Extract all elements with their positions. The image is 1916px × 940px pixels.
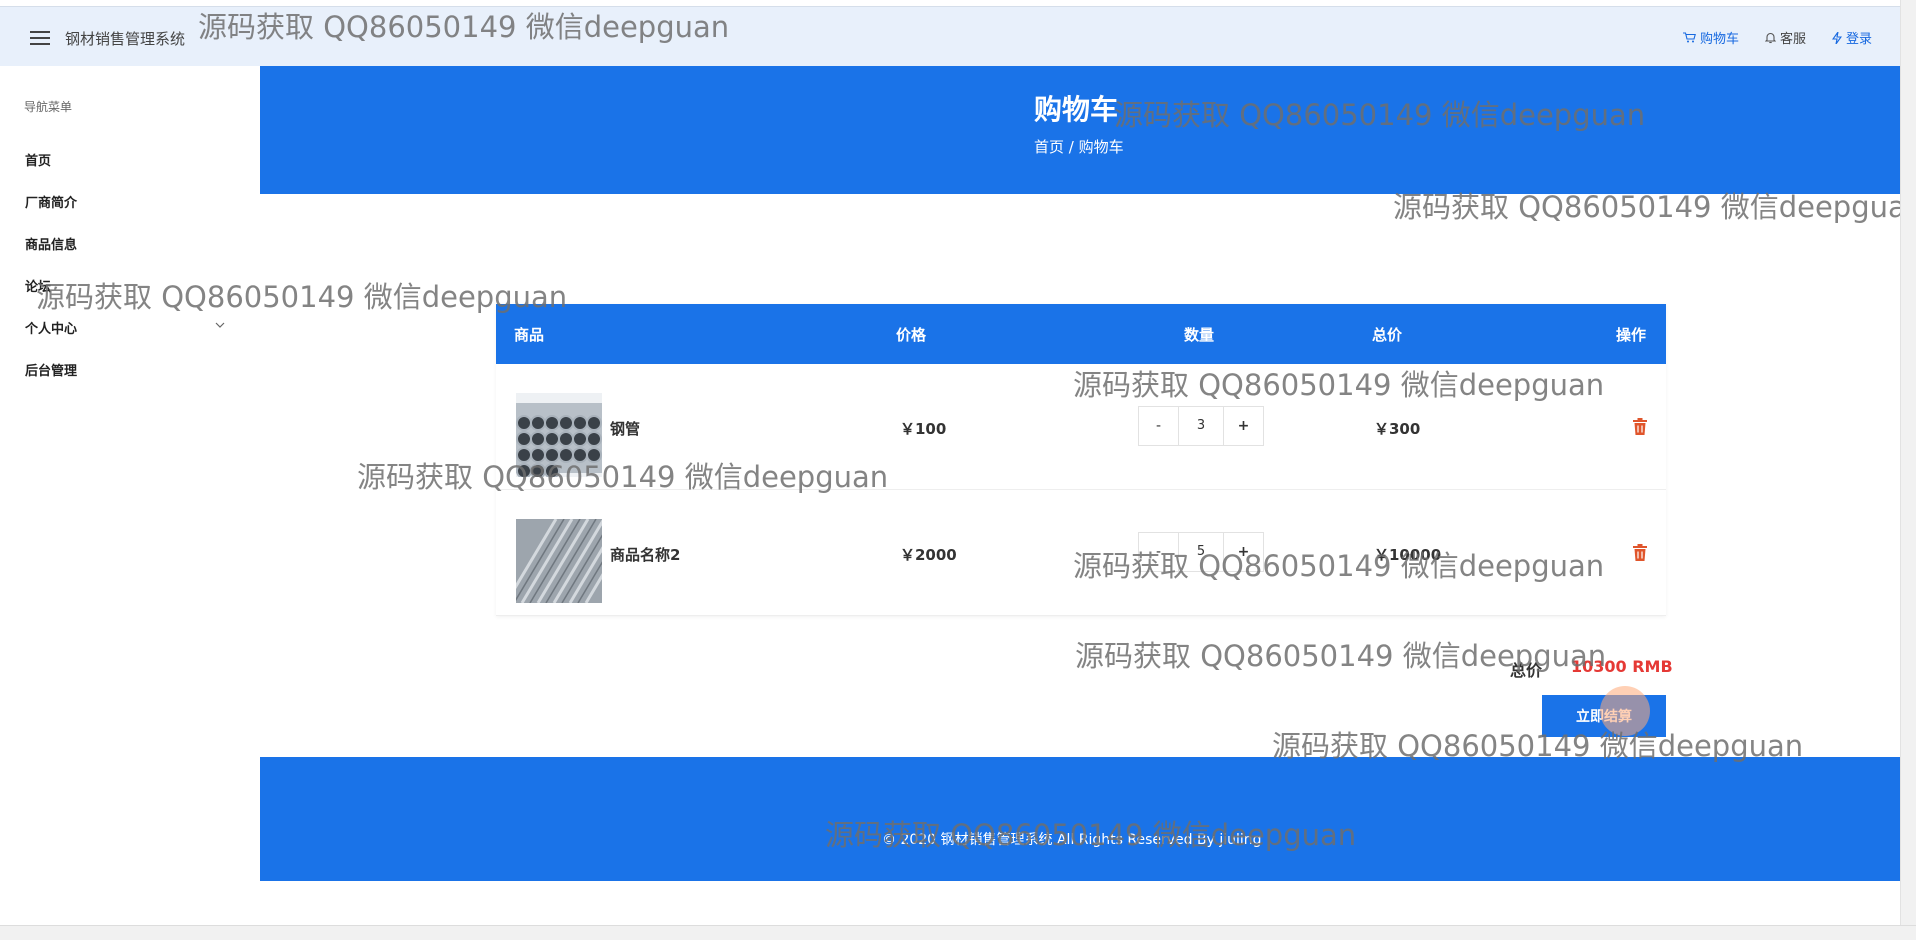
column-header-product: 商品 <box>514 326 545 344</box>
vertical-scrollbar[interactable] <box>1900 0 1916 925</box>
breadcrumb-separator: / <box>1068 138 1074 156</box>
page-title: 购物车 <box>1034 93 1119 126</box>
product-name[interactable]: 商品名称2 <box>610 544 680 565</box>
product-name[interactable]: 钢管 <box>610 418 640 439</box>
sidebar-item-admin[interactable]: 后台管理 <box>25 360 225 379</box>
watermark-text: 源码获取 QQ86050149 微信deepguan <box>36 280 568 314</box>
watermark-text: 源码获取 QQ86050149 微信deepguan <box>198 10 730 44</box>
quantity-increase-button[interactable]: + <box>1223 407 1263 445</box>
product-image-steel-sheets <box>516 519 602 603</box>
quantity-stepper: - + <box>1138 406 1264 446</box>
app-title: 钢材销售管理系统 <box>65 30 186 48</box>
product-price: ￥2000 <box>900 546 957 564</box>
sidebar-item-home[interactable]: 首页 <box>25 150 225 169</box>
column-header-total: 总价 <box>1372 326 1403 344</box>
quantity-input[interactable] <box>1179 407 1223 445</box>
cart-link[interactable]: 购物车 <box>1682 28 1739 47</box>
hero-banner: 购物车 首页 / 购物车 <box>260 66 1900 194</box>
breadcrumb-current: 购物车 <box>1078 138 1124 156</box>
product-price: ￥100 <box>900 420 947 438</box>
breadcrumb: 首页 / 购物车 <box>1034 136 1124 157</box>
watermark-text: 源码获取 QQ86050149 微信deepguan <box>1393 190 1900 224</box>
top-links: 购物车 客服 登录 <box>1682 28 1872 47</box>
service-link-label: 客服 <box>1779 32 1806 47</box>
cart-icon <box>1682 32 1696 43</box>
service-link[interactable]: 客服 <box>1764 28 1806 47</box>
hamburger-menu-icon[interactable] <box>30 31 50 45</box>
watermark-text: 源码获取 QQ86050149 微信deepguan <box>357 460 889 494</box>
trash-icon[interactable] <box>1632 418 1648 436</box>
cart-link-label: 购物车 <box>1699 32 1739 47</box>
watermark-text: 源码获取 QQ86050149 微信deepguan <box>1272 729 1804 763</box>
sidebar-title: 导航菜单 <box>24 100 73 114</box>
column-header-quantity: 数量 <box>1184 326 1215 344</box>
watermark-text: 源码获取 QQ86050149 微信deepguan <box>1073 368 1605 402</box>
row-total: ￥300 <box>1374 420 1421 438</box>
column-header-price: 价格 <box>896 326 927 344</box>
page: 钢材销售管理系统 购物车 客服 登录 导航菜单 首页 厂商简介 商品信息 论坛 … <box>0 0 1916 940</box>
bell-icon <box>1764 32 1776 43</box>
login-link-label: 登录 <box>1845 32 1872 47</box>
horizontal-scrollbar[interactable] <box>0 925 1916 940</box>
sidebar: 导航菜单 首页 厂商简介 商品信息 论坛 个人中心 后台管理 <box>0 66 260 926</box>
bolt-icon <box>1831 31 1842 44</box>
column-header-action: 操作 <box>1616 326 1647 344</box>
quantity-decrease-button[interactable]: - <box>1139 407 1179 445</box>
watermark-text: 源码获取 QQ86050149 微信deepguan <box>1114 98 1646 132</box>
watermark-text: 源码获取 QQ86050149 微信deepguan <box>825 818 1357 852</box>
login-link[interactable]: 登录 <box>1831 28 1872 47</box>
watermark-text: 源码获取 QQ86050149 微信deepguan <box>1075 639 1607 673</box>
chevron-down-icon <box>215 318 225 332</box>
trash-icon[interactable] <box>1632 544 1648 562</box>
cart-table-header: 商品 价格 数量 总价 操作 <box>496 304 1666 364</box>
sidebar-item-personal[interactable]: 个人中心 <box>25 318 225 337</box>
watermark-text: 源码获取 QQ86050149 微信deepguan <box>1073 549 1605 583</box>
sidebar-item-products[interactable]: 商品信息 <box>25 234 225 253</box>
breadcrumb-home-link[interactable]: 首页 <box>1034 138 1064 156</box>
sidebar-item-personal-label: 个人中心 <box>25 322 78 337</box>
sidebar-item-vendor[interactable]: 厂商简介 <box>25 192 225 211</box>
